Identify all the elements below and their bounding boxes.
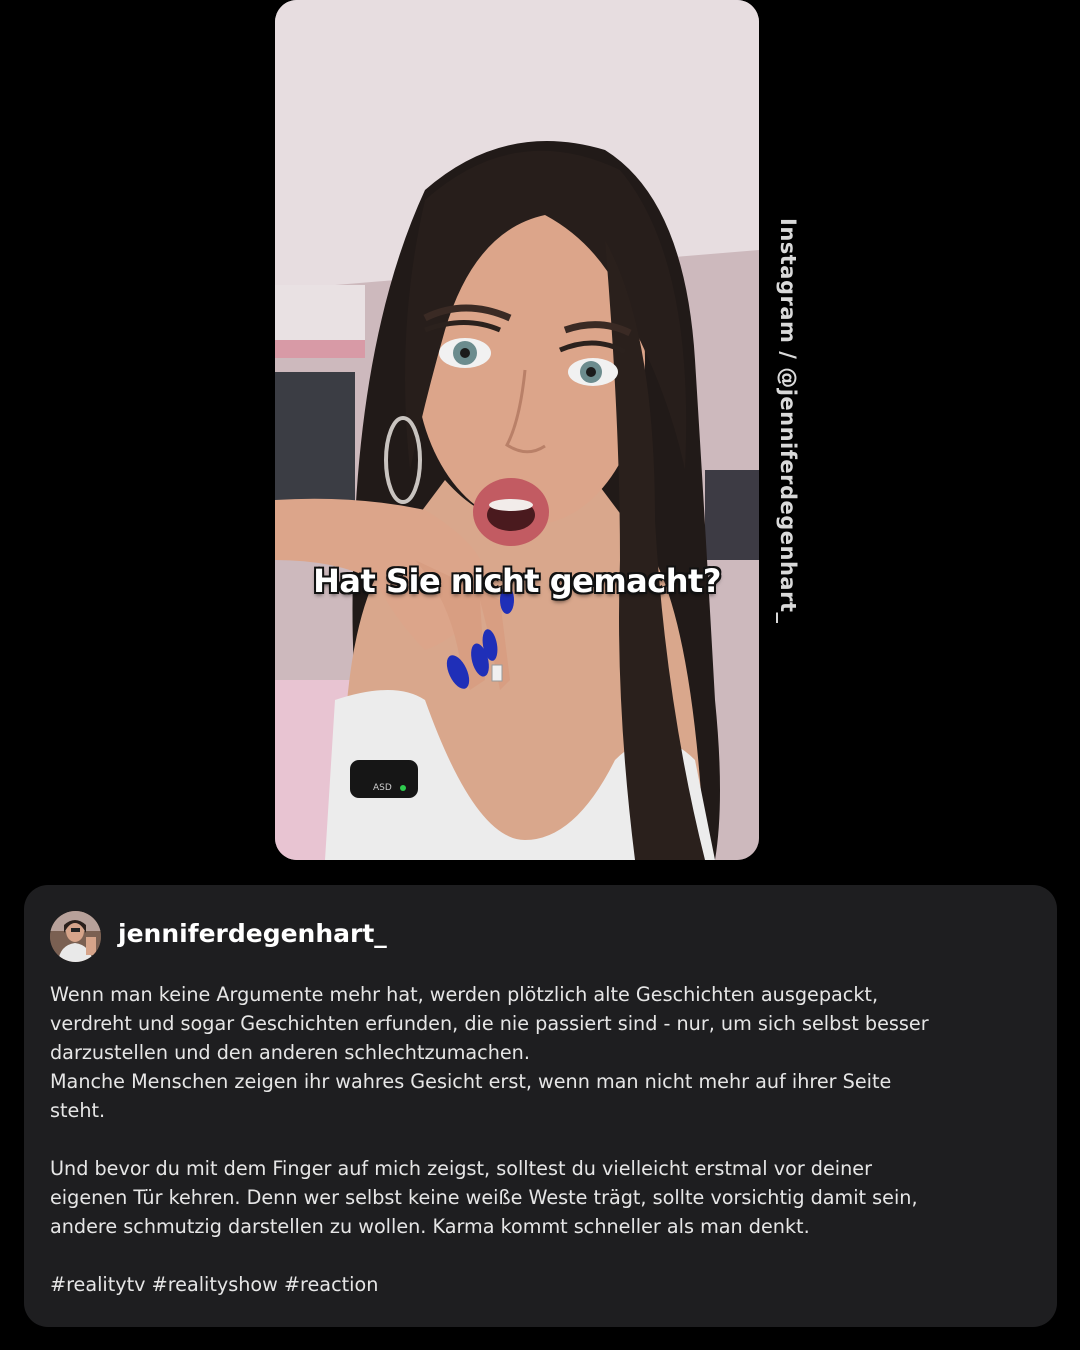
video-player[interactable]: ASD Hat Sie nicht gemacht? bbox=[275, 0, 759, 860]
post-caption: Wenn man keine Argumente mehr hat, werde… bbox=[50, 980, 1040, 1299]
hashtags[interactable]: #realitytv #realityshow #reaction bbox=[50, 1270, 1040, 1299]
caption-card: jenniferdegenhart_ Wenn man keine Argume… bbox=[24, 885, 1057, 1327]
video-frame-image: ASD bbox=[275, 0, 759, 860]
caption-line: andere schmutzig darstellen zu wollen. K… bbox=[50, 1215, 810, 1238]
post-username[interactable]: jenniferdegenhart_ bbox=[118, 919, 387, 948]
source-watermark: Instagram / @jenniferdegenhart_ bbox=[776, 218, 800, 624]
caption-line: verdreht und sogar Geschichten erfunden,… bbox=[50, 1012, 929, 1035]
mic-label: ASD bbox=[373, 783, 392, 793]
caption-line: Und bevor du mit dem Finger auf mich zei… bbox=[50, 1157, 872, 1180]
caption-line: Wenn man keine Argumente mehr hat, werde… bbox=[50, 983, 879, 1006]
caption-line: darzustellen und den anderen schlechtzum… bbox=[50, 1041, 530, 1064]
caption-line: Manche Menschen zeigen ihr wahres Gesich… bbox=[50, 1070, 892, 1093]
avatar-image bbox=[50, 911, 101, 962]
avatar[interactable] bbox=[50, 911, 101, 962]
caption-line: eigenen Tür kehren. Denn wer selbst kein… bbox=[50, 1186, 918, 1209]
video-subtitle: Hat Sie nicht gemacht? bbox=[313, 562, 721, 600]
caption-line: steht. bbox=[50, 1099, 106, 1122]
